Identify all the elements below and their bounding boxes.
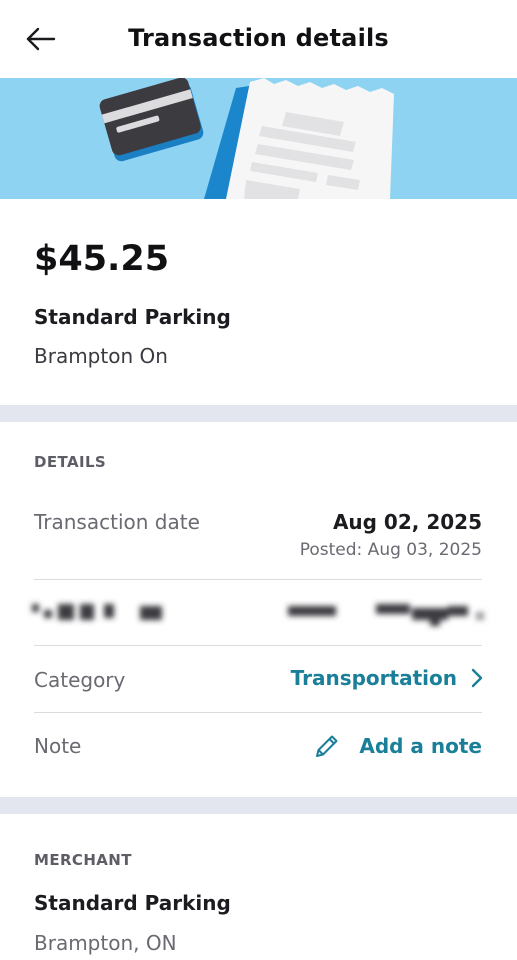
details-heading: DETAILS — [34, 453, 107, 471]
category-value: Transportation — [290, 666, 457, 690]
card-and-receipt-illustration — [99, 78, 394, 199]
transaction-amount: $45.25 — [34, 239, 170, 279]
merchant-section-address: Brampton, ON — [34, 931, 177, 955]
redacted-row — [0, 580, 517, 646]
note-label: Note — [34, 734, 82, 758]
merchant-section-name: Standard Parking — [34, 891, 231, 915]
app-header: Transaction details — [0, 0, 517, 78]
pencil-icon — [316, 735, 338, 757]
add-note-label: Add a note — [359, 734, 482, 758]
row-separator — [34, 645, 482, 646]
add-note-button[interactable]: Add a note — [313, 732, 482, 760]
section-divider — [0, 405, 517, 422]
section-divider — [0, 797, 517, 814]
chevron-right-icon — [471, 668, 483, 688]
page-title: Transaction details — [128, 24, 389, 52]
transaction-date-value: Aug 02, 2025 — [332, 510, 482, 534]
merchant-section: MERCHANT Standard Parking Brampton, ON — [0, 814, 517, 960]
category-link[interactable]: Transportation — [291, 666, 483, 690]
row-separator — [34, 712, 482, 713]
category-label: Category — [34, 668, 126, 692]
transaction-summary: $45.25 Standard Parking Brampton On — [0, 199, 517, 405]
transaction-date-label: Transaction date — [34, 510, 200, 534]
posted-date-value: Posted: Aug 03, 2025 — [299, 540, 482, 560]
merchant-location: Brampton On — [34, 344, 168, 368]
redacted-content — [32, 604, 484, 626]
details-section: DETAILS Transaction date Aug 02, 2025 Po… — [0, 422, 517, 797]
banner — [0, 78, 517, 199]
merchant-name: Standard Parking — [34, 305, 231, 329]
merchant-heading: MERCHANT — [34, 851, 132, 869]
